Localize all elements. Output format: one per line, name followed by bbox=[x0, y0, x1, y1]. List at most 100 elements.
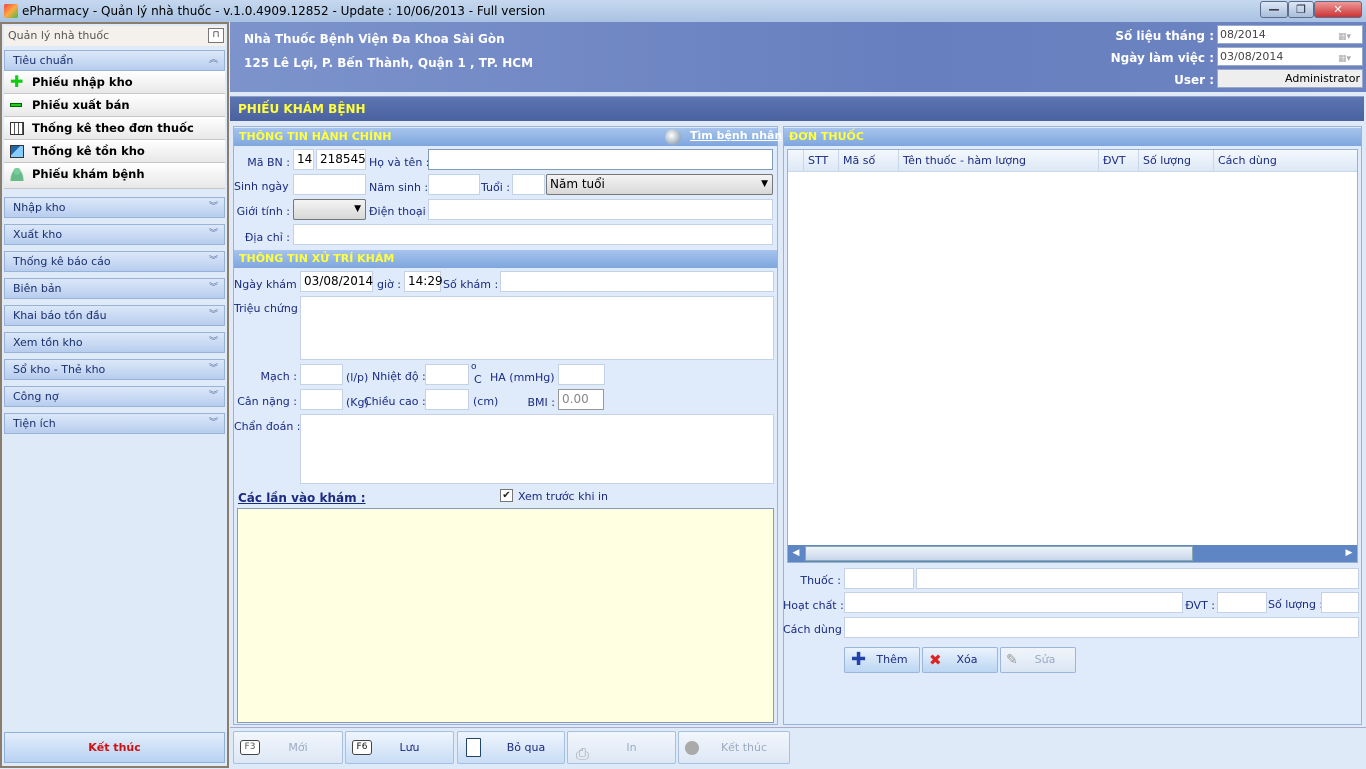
ingredient-field[interactable] bbox=[844, 592, 1183, 613]
visits-list[interactable] bbox=[237, 508, 774, 723]
qty-field[interactable] bbox=[1321, 592, 1359, 613]
workday-picker[interactable]: 03/08/2014 ▦▾ bbox=[1217, 47, 1363, 66]
column-header-so-luong[interactable]: Số lượng bbox=[1139, 150, 1214, 172]
temp-field[interactable] bbox=[425, 364, 469, 385]
group-bien-ban[interactable]: Biên bản ︾ bbox=[4, 278, 225, 299]
group-label: Xem tồn kho bbox=[13, 336, 83, 349]
pin-icon[interactable]: ⊓ bbox=[208, 28, 224, 43]
ma-bn-label: Mã BN : bbox=[247, 156, 290, 169]
group-thong-ke-bao-cao[interactable]: Thống kê báo cáo ︾ bbox=[4, 251, 225, 272]
group-tieu-chuan[interactable]: Tiêu chuẩn ︽ bbox=[4, 50, 225, 71]
symptom-field[interactable] bbox=[300, 296, 774, 360]
print-button[interactable]: ⎙ In bbox=[567, 731, 676, 764]
workday-label: Ngày làm việc : bbox=[1110, 51, 1214, 65]
yob-field[interactable] bbox=[428, 174, 480, 195]
button-label: Thêm bbox=[876, 653, 908, 666]
find-patient-link[interactable]: Tìm bệnh nhân bbox=[690, 129, 782, 142]
age-field[interactable] bbox=[512, 174, 545, 195]
address-field[interactable] bbox=[293, 224, 773, 245]
bmi-field: 0.00 bbox=[558, 389, 604, 410]
phone-label: Điện thoại : bbox=[369, 205, 433, 218]
add-drug-button[interactable]: ✚ Thêm bbox=[844, 647, 920, 673]
preview-checkbox[interactable]: ✔ bbox=[500, 489, 513, 502]
minus-icon bbox=[10, 99, 24, 112]
title-bar: ePharmacy - Quản lý nhà thuốc - v.1.0.49… bbox=[0, 0, 1366, 22]
prescription-grid[interactable]: STT Mã số Tên thuốc - hàm lượng ĐVT Số l… bbox=[787, 149, 1358, 563]
phone-field[interactable] bbox=[428, 199, 773, 220]
height-field[interactable] bbox=[425, 389, 469, 410]
drug-code-field[interactable] bbox=[844, 568, 914, 589]
item-label: Thống kê theo đơn thuốc bbox=[32, 121, 194, 135]
gender-dropdown[interactable]: ▼ bbox=[293, 199, 366, 220]
address-label: Địa chỉ : bbox=[244, 231, 290, 244]
group-nhap-kho[interactable]: Nhập kho ︾ bbox=[4, 197, 225, 218]
exam-no-field[interactable] bbox=[500, 271, 774, 292]
drug-label: Thuốc : bbox=[800, 574, 841, 587]
scroll-left-icon[interactable]: ◀ bbox=[788, 545, 804, 562]
sidebar-item-thong-ke-don-thuoc[interactable]: Thống kê theo đơn thuốc bbox=[4, 117, 225, 140]
exit-button[interactable]: Kết thúc bbox=[678, 731, 790, 764]
diagnosis-label: Chẩn đoán : bbox=[234, 420, 301, 433]
edit-drug-button[interactable]: ✎ Sửa bbox=[1000, 647, 1076, 673]
group-so-kho[interactable]: Sổ kho - Thẻ kho ︾ bbox=[4, 359, 225, 380]
close-button[interactable]: ✕ bbox=[1314, 1, 1362, 18]
scrollbar-thumb[interactable] bbox=[805, 546, 1193, 561]
search-icon[interactable] bbox=[665, 129, 681, 145]
delete-drug-button[interactable]: ✖ Xóa bbox=[922, 647, 998, 673]
ma-bn-field[interactable]: 218545 bbox=[316, 149, 366, 170]
bp-field[interactable] bbox=[558, 364, 605, 385]
column-header-cach-dung[interactable]: Cách dùng bbox=[1214, 150, 1357, 172]
dob-field[interactable] bbox=[293, 174, 366, 195]
pharmacy-address: 125 Lê Lợi, P. Bến Thành, Quận 1 , TP. H… bbox=[244, 56, 534, 70]
group-tien-ich[interactable]: Tiện ích ︾ bbox=[4, 413, 225, 434]
sidebar-item-phieu-xuat-ban[interactable]: Phiếu xuất bán bbox=[4, 94, 225, 117]
stop-icon bbox=[685, 741, 699, 755]
group-xuat-kho[interactable]: Xuất kho ︾ bbox=[4, 224, 225, 245]
group-label: Xuất kho bbox=[13, 228, 63, 241]
restore-button[interactable]: ❐ bbox=[1288, 1, 1314, 18]
section-title: THÔNG TIN XỬ TRÍ KHÁM bbox=[239, 252, 395, 265]
age-unit-dropdown[interactable]: Năm tuổi ▼ bbox=[546, 174, 773, 195]
height-unit: (cm) bbox=[473, 395, 499, 408]
pulse-field[interactable] bbox=[300, 364, 343, 385]
exam-date-field[interactable]: 03/08/2014 bbox=[300, 271, 373, 292]
visits-label: Các lần vào khám : bbox=[238, 491, 366, 505]
weight-field[interactable] bbox=[300, 389, 343, 410]
prescription-section-header: ĐƠN THUỐC bbox=[784, 128, 1361, 146]
name-field[interactable] bbox=[428, 149, 773, 170]
name-label: Họ và tên : bbox=[369, 156, 430, 169]
plus-icon: ✚ bbox=[851, 649, 867, 670]
bp-label: HA (mmHg) : bbox=[490, 371, 562, 384]
column-header-ma-so[interactable]: Mã số bbox=[839, 150, 899, 172]
group-khai-bao-ton-dau[interactable]: Khai báo tồn đầu ︾ bbox=[4, 305, 225, 326]
new-button[interactable]: F3 Mới bbox=[233, 731, 343, 764]
month-picker[interactable]: 08/2014 ▦▾ bbox=[1217, 25, 1363, 44]
celsius-unit: C bbox=[474, 373, 482, 386]
sidebar-item-phieu-kham-benh[interactable]: Phiếu khám bệnh bbox=[4, 163, 225, 189]
symptom-label: Triệu chứng : bbox=[234, 302, 306, 315]
document-refresh-icon bbox=[466, 738, 481, 757]
diagnosis-field[interactable] bbox=[300, 414, 774, 484]
exam-time-field[interactable]: 14:29 bbox=[404, 271, 443, 292]
drug-name-field[interactable] bbox=[916, 568, 1359, 589]
sidebar-item-phieu-nhap-kho[interactable]: ✚ Phiếu nhập kho bbox=[4, 71, 225, 94]
user-field: Administrator bbox=[1217, 69, 1363, 88]
sidebar-exit-button[interactable]: Kết thúc bbox=[4, 732, 225, 763]
dropdown-arrow-icon: ▼ bbox=[761, 179, 768, 189]
column-header-dvt[interactable]: ĐVT bbox=[1099, 150, 1139, 172]
column-header-stt[interactable]: STT bbox=[804, 150, 839, 172]
horizontal-scrollbar[interactable]: ◀ ▶ bbox=[788, 545, 1357, 562]
group-cong-no[interactable]: Công nợ ︾ bbox=[4, 386, 225, 407]
chevron-down-icon: ︾ bbox=[208, 256, 218, 266]
column-header-ten-thuoc[interactable]: Tên thuốc - hàm lượng bbox=[899, 150, 1099, 172]
minimize-button[interactable]: — bbox=[1260, 1, 1288, 18]
inventory-icon bbox=[10, 145, 24, 158]
ma-bn-prefix-field[interactable]: 14 bbox=[293, 149, 314, 170]
scroll-right-icon[interactable]: ▶ bbox=[1341, 545, 1357, 562]
sidebar-item-thong-ke-ton-kho[interactable]: Thống kê tồn kho bbox=[4, 140, 225, 163]
unit-field[interactable] bbox=[1217, 592, 1267, 613]
skip-button[interactable]: Bỏ qua bbox=[457, 731, 565, 764]
group-xem-ton-kho[interactable]: Xem tồn kho ︾ bbox=[4, 332, 225, 353]
usage-field[interactable] bbox=[844, 617, 1359, 638]
save-button[interactable]: F6 Lưu bbox=[345, 731, 454, 764]
